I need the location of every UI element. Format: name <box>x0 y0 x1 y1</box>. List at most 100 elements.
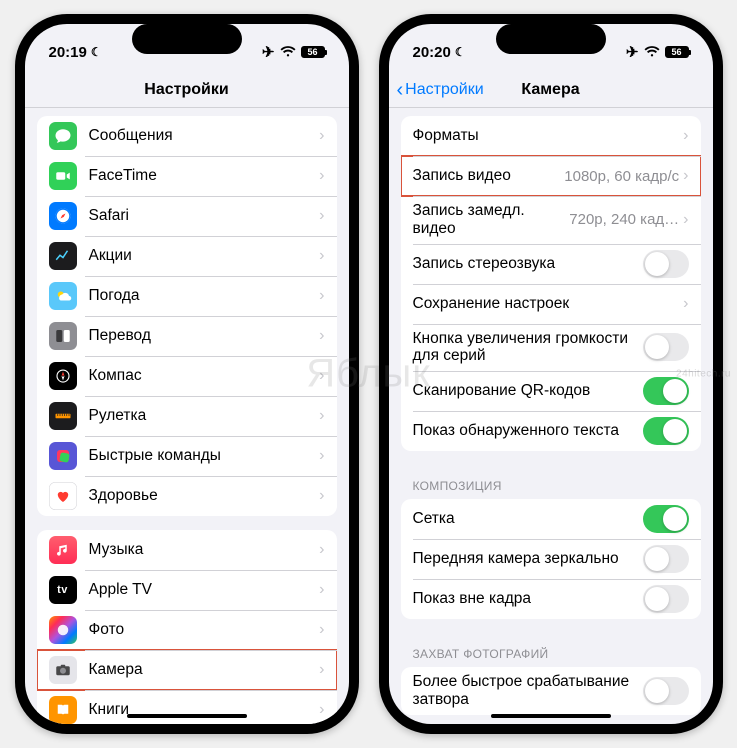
row-label: Сохранение настроек <box>413 295 684 313</box>
settings-row-книги[interactable]: Книги› <box>37 690 337 724</box>
settings-row-акции[interactable]: Акции› <box>37 236 337 276</box>
chevron-right-icon: › <box>319 407 324 425</box>
settings-row-погода[interactable]: Погода› <box>37 276 337 316</box>
settings-row-рулетка[interactable]: Рулетка› <box>37 396 337 436</box>
toggle-switch[interactable] <box>643 505 689 533</box>
books-icon <box>49 696 77 724</box>
facetime-icon <box>49 162 77 190</box>
music-icon <box>49 536 77 564</box>
phone-right: 20:20 ☾ ✈︎ 56 ‹ Настройки Камера Фо <box>379 14 723 734</box>
dynamic-island <box>496 24 606 54</box>
chevron-right-icon: › <box>319 581 324 599</box>
row-label: Компас <box>89 367 320 385</box>
row-label: Сообщения <box>89 127 320 145</box>
camera-row-форматы[interactable]: Форматы› <box>401 116 701 156</box>
row-label: Показ обнаруженного текста <box>413 422 643 440</box>
settings-row-камера[interactable]: Камера› <box>37 650 337 690</box>
row-label: Перевод <box>89 327 320 345</box>
toggle-switch[interactable] <box>643 545 689 573</box>
camera-row-сетка[interactable]: Сетка <box>401 499 701 539</box>
camera-icon <box>49 656 77 684</box>
settings-row-safari[interactable]: Safari› <box>37 196 337 236</box>
settings-row-apple-tv[interactable]: tvApple TV› <box>37 570 337 610</box>
row-value: 1080p, 60 кадр/с <box>564 168 679 185</box>
settings-row-музыка[interactable]: Музыка› <box>37 530 337 570</box>
wifi-icon <box>644 46 660 58</box>
row-label: Запись стереозвука <box>413 255 643 273</box>
camera-row-запись-замедл-видео[interactable]: Запись замедл. видео720p, 240 кад…› <box>401 196 701 244</box>
section-header-capture: ЗАХВАТ ФОТОГРАФИЙ <box>389 633 713 665</box>
compass-icon <box>49 362 77 390</box>
settings-row-перевод[interactable]: Перевод› <box>37 316 337 356</box>
chevron-right-icon: › <box>683 211 688 229</box>
row-label: Рулетка <box>89 407 320 425</box>
camera-row-запись-стереозвука[interactable]: Запись стереозвука <box>401 244 701 284</box>
row-label: Камера <box>89 661 320 679</box>
toggle-switch[interactable] <box>643 417 689 445</box>
chevron-right-icon: › <box>319 701 324 719</box>
settings-row-фото[interactable]: Фото› <box>37 610 337 650</box>
dnd-moon-icon: ☾ <box>91 45 102 59</box>
status-time: 20:20 <box>413 44 451 61</box>
dynamic-island <box>132 24 242 54</box>
toggle-switch[interactable] <box>643 585 689 613</box>
back-button[interactable]: ‹ Настройки <box>397 72 484 107</box>
chevron-right-icon: › <box>319 447 324 465</box>
camera-row-сканирование-qr-кодов[interactable]: Сканирование QR-кодов <box>401 371 701 411</box>
camera-row-более-быстрое-срабатывание-затвора[interactable]: Более быстрое срабатывание затвора <box>401 667 701 715</box>
stocks-icon <box>49 242 77 270</box>
dnd-moon-icon: ☾ <box>455 45 466 59</box>
toggle-switch[interactable] <box>643 250 689 278</box>
wifi-icon <box>280 46 296 58</box>
chevron-right-icon: › <box>319 367 324 385</box>
row-label: Здоровье <box>89 487 320 505</box>
page-title: Камера <box>521 81 579 99</box>
camera-row-передняя-камера-зеркально[interactable]: Передняя камера зеркально <box>401 539 701 579</box>
row-label: Сканирование QR-кодов <box>413 382 643 400</box>
settings-row-сообщения[interactable]: Сообщения› <box>37 116 337 156</box>
chevron-right-icon: › <box>683 127 688 145</box>
settings-row-быстрые-команды[interactable]: Быстрые команды› <box>37 436 337 476</box>
settings-row-facetime[interactable]: FaceTime› <box>37 156 337 196</box>
row-label: Фото <box>89 621 320 639</box>
chevron-right-icon: › <box>319 247 324 265</box>
translate-icon <box>49 322 77 350</box>
row-label: Показ вне кадра <box>413 590 643 608</box>
row-label: Форматы <box>413 127 684 145</box>
toggle-switch[interactable] <box>643 677 689 705</box>
row-value: 720p, 240 кад… <box>569 211 679 228</box>
chevron-right-icon: › <box>683 295 688 313</box>
row-label: Передняя камера зеркально <box>413 550 643 568</box>
airplane-icon: ✈︎ <box>262 43 275 61</box>
camera-row-сохранение-настроек[interactable]: Сохранение настроек› <box>401 284 701 324</box>
row-label: Safari <box>89 207 320 225</box>
row-label: FaceTime <box>89 167 320 185</box>
shortcuts-icon <box>49 442 77 470</box>
toggle-switch[interactable] <box>643 333 689 361</box>
safari-icon <box>49 202 77 230</box>
page-title: Настройки <box>144 81 228 99</box>
chevron-left-icon: ‹ <box>397 80 404 100</box>
chevron-right-icon: › <box>319 167 324 185</box>
chevron-right-icon: › <box>319 127 324 145</box>
chevron-right-icon: › <box>319 661 324 679</box>
camera-row-запись-видео[interactable]: Запись видео1080p, 60 кадр/с› <box>401 156 701 196</box>
camera-row-показ-обнаруженного-текста[interactable]: Показ обнаруженного текста <box>401 411 701 451</box>
row-label: Сетка <box>413 510 643 528</box>
camera-row-кнопка-увеличения-громкости-для-серий[interactable]: Кнопка увеличения громкости для серий <box>401 324 701 372</box>
home-indicator <box>127 714 247 719</box>
settings-row-компас[interactable]: Компас› <box>37 356 337 396</box>
camera-row-показ-вне-кадра[interactable]: Показ вне кадра <box>401 579 701 619</box>
toggle-switch[interactable] <box>643 377 689 405</box>
chevron-right-icon: › <box>319 207 324 225</box>
settings-row-здоровье[interactable]: Здоровье› <box>37 476 337 516</box>
measure-icon <box>49 402 77 430</box>
chevron-right-icon: › <box>319 327 324 345</box>
row-label: Акции <box>89 247 320 265</box>
nav-bar: Настройки <box>25 72 349 108</box>
section-header-composition: КОМПОЗИЦИЯ <box>389 465 713 497</box>
row-label: Запись замедл. видео <box>413 202 570 238</box>
row-label: Более быстрое срабатывание затвора <box>413 673 643 709</box>
airplane-icon: ✈︎ <box>626 43 639 61</box>
row-label: Погода <box>89 287 320 305</box>
